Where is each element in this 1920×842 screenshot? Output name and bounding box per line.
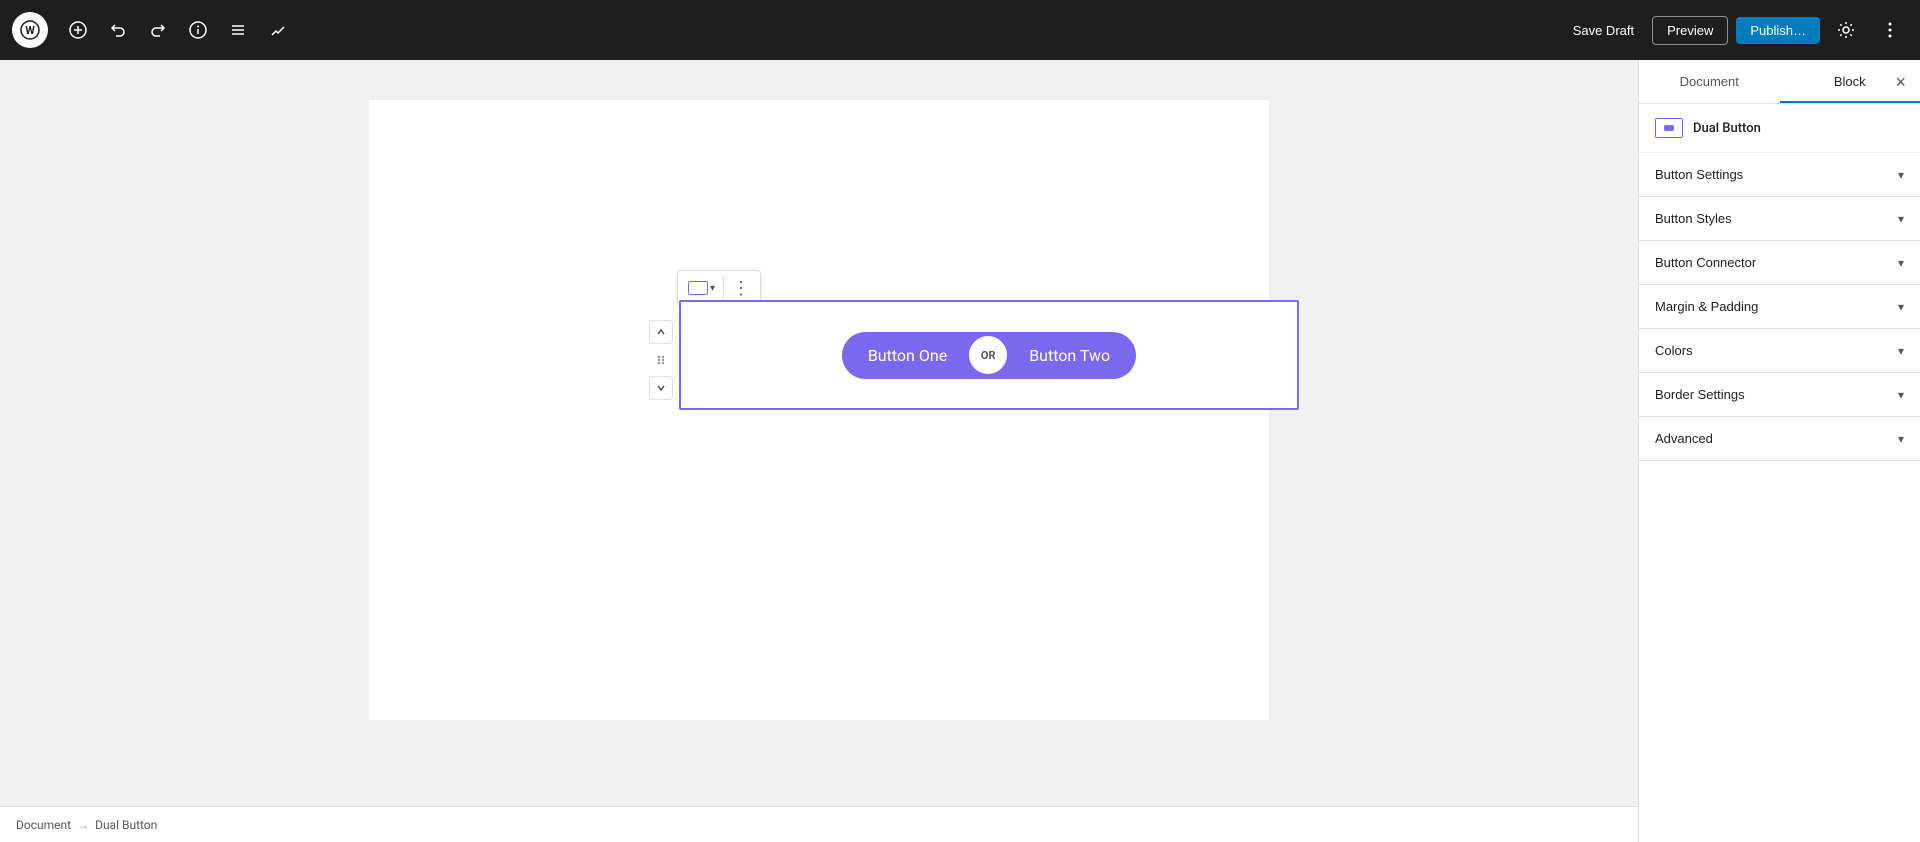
- accordion-header-advanced[interactable]: Advanced ▾: [1639, 417, 1920, 460]
- accordion-label-button-settings: Button Settings: [1655, 167, 1743, 182]
- breadcrumb-current: Dual Button: [95, 818, 157, 832]
- accordion-border-settings: Border Settings ▾: [1639, 373, 1920, 417]
- button-connector: OR: [969, 336, 1007, 374]
- button-two-text[interactable]: Button Two: [1007, 336, 1132, 375]
- accordion-margin-padding: Margin & Padding ▾: [1639, 285, 1920, 329]
- panel-scroll[interactable]: Button Settings ▾ Button Styles ▾ Button…: [1639, 153, 1920, 842]
- chevron-down-icon: ▾: [1898, 168, 1904, 182]
- accordion-header-border-settings[interactable]: Border Settings ▾: [1639, 373, 1920, 416]
- chevron-down-icon: ▾: [1898, 212, 1904, 226]
- info-button[interactable]: [180, 12, 216, 48]
- publish-button[interactable]: Publish…: [1736, 17, 1820, 44]
- save-draft-button[interactable]: Save Draft: [1563, 17, 1644, 44]
- accordion-button-styles: Button Styles ▾: [1639, 197, 1920, 241]
- settings-button[interactable]: [1828, 12, 1864, 48]
- preview-button[interactable]: Preview: [1652, 16, 1728, 45]
- toolbar-icons: [60, 12, 296, 48]
- accordion-label-colors: Colors: [1655, 343, 1693, 358]
- wp-logo[interactable]: W: [12, 12, 48, 48]
- content-block[interactable]: Button One OR Button Two: [679, 300, 1299, 410]
- add-block-button[interactable]: [60, 12, 96, 48]
- dual-button-widget[interactable]: Button One OR Button Two: [842, 332, 1136, 379]
- move-down-button[interactable]: [649, 376, 673, 400]
- chevron-down-icon: ▾: [1898, 388, 1904, 402]
- block-type-button[interactable]: ▾: [682, 277, 721, 299]
- accordion-header-button-styles[interactable]: Button Styles ▾: [1639, 197, 1920, 240]
- block-controls: [649, 320, 673, 400]
- toolbar-separator: [723, 276, 724, 300]
- redo-button[interactable]: [140, 12, 176, 48]
- more-options-button[interactable]: [1872, 12, 1908, 48]
- accordion-label-button-styles: Button Styles: [1655, 211, 1732, 226]
- dual-button-icon-small: [688, 281, 708, 295]
- block-icon: [1655, 118, 1683, 138]
- block-icon-inner: [1664, 125, 1674, 131]
- main-layout: ▾ ⋮: [0, 60, 1920, 842]
- accordion-button-settings: Button Settings ▾: [1639, 153, 1920, 197]
- toolbar-right: Save Draft Preview Publish…: [1563, 12, 1908, 48]
- panel-tabs: Document Block ×: [1639, 60, 1920, 104]
- accordion-label-margin-padding: Margin & Padding: [1655, 299, 1758, 314]
- accordion-colors: Colors ▾: [1639, 329, 1920, 373]
- tab-document[interactable]: Document: [1639, 60, 1780, 103]
- accordion-label-button-connector: Button Connector: [1655, 255, 1756, 270]
- accordion-button-connector: Button Connector ▾: [1639, 241, 1920, 285]
- chevron-down-icon: ▾: [1898, 344, 1904, 358]
- accordion-header-margin-padding[interactable]: Margin & Padding ▾: [1639, 285, 1920, 328]
- editor-toggle-button[interactable]: [260, 12, 296, 48]
- editor-canvas: ▾ ⋮: [369, 100, 1269, 720]
- breadcrumb-separator: →: [77, 818, 89, 832]
- right-panel: Document Block × Dual Button Button Sett…: [1638, 60, 1920, 842]
- chevron-down-icon: ▾: [1898, 300, 1904, 314]
- top-toolbar: W Save Draft Preview Publish…: [0, 0, 1920, 60]
- accordion-header-colors[interactable]: Colors ▾: [1639, 329, 1920, 372]
- block-type-chevron: ▾: [710, 283, 715, 294]
- block-name-label: Dual Button: [1693, 121, 1761, 136]
- move-up-button[interactable]: [649, 320, 673, 344]
- button-one-text[interactable]: Button One: [846, 336, 969, 375]
- accordion-advanced: Advanced ▾: [1639, 417, 1920, 461]
- list-view-button[interactable]: [220, 12, 256, 48]
- breadcrumb: Document → Dual Button: [0, 806, 1638, 842]
- editor-area: ▾ ⋮: [0, 60, 1638, 842]
- chevron-down-icon: ▾: [1898, 432, 1904, 446]
- drag-handle[interactable]: [649, 348, 673, 372]
- panel-close-button[interactable]: ×: [1891, 69, 1910, 95]
- chevron-down-icon: ▾: [1898, 256, 1904, 270]
- block-more-options-button[interactable]: ⋮: [726, 275, 756, 301]
- accordion-header-button-settings[interactable]: Button Settings ▾: [1639, 153, 1920, 196]
- undo-button[interactable]: [100, 12, 136, 48]
- block-header: Dual Button: [1639, 104, 1920, 153]
- svg-text:W: W: [25, 24, 35, 37]
- accordion-label-advanced: Advanced: [1655, 431, 1713, 446]
- accordion-label-border-settings: Border Settings: [1655, 387, 1745, 402]
- breadcrumb-root[interactable]: Document: [16, 818, 71, 832]
- accordion-header-button-connector[interactable]: Button Connector ▾: [1639, 241, 1920, 284]
